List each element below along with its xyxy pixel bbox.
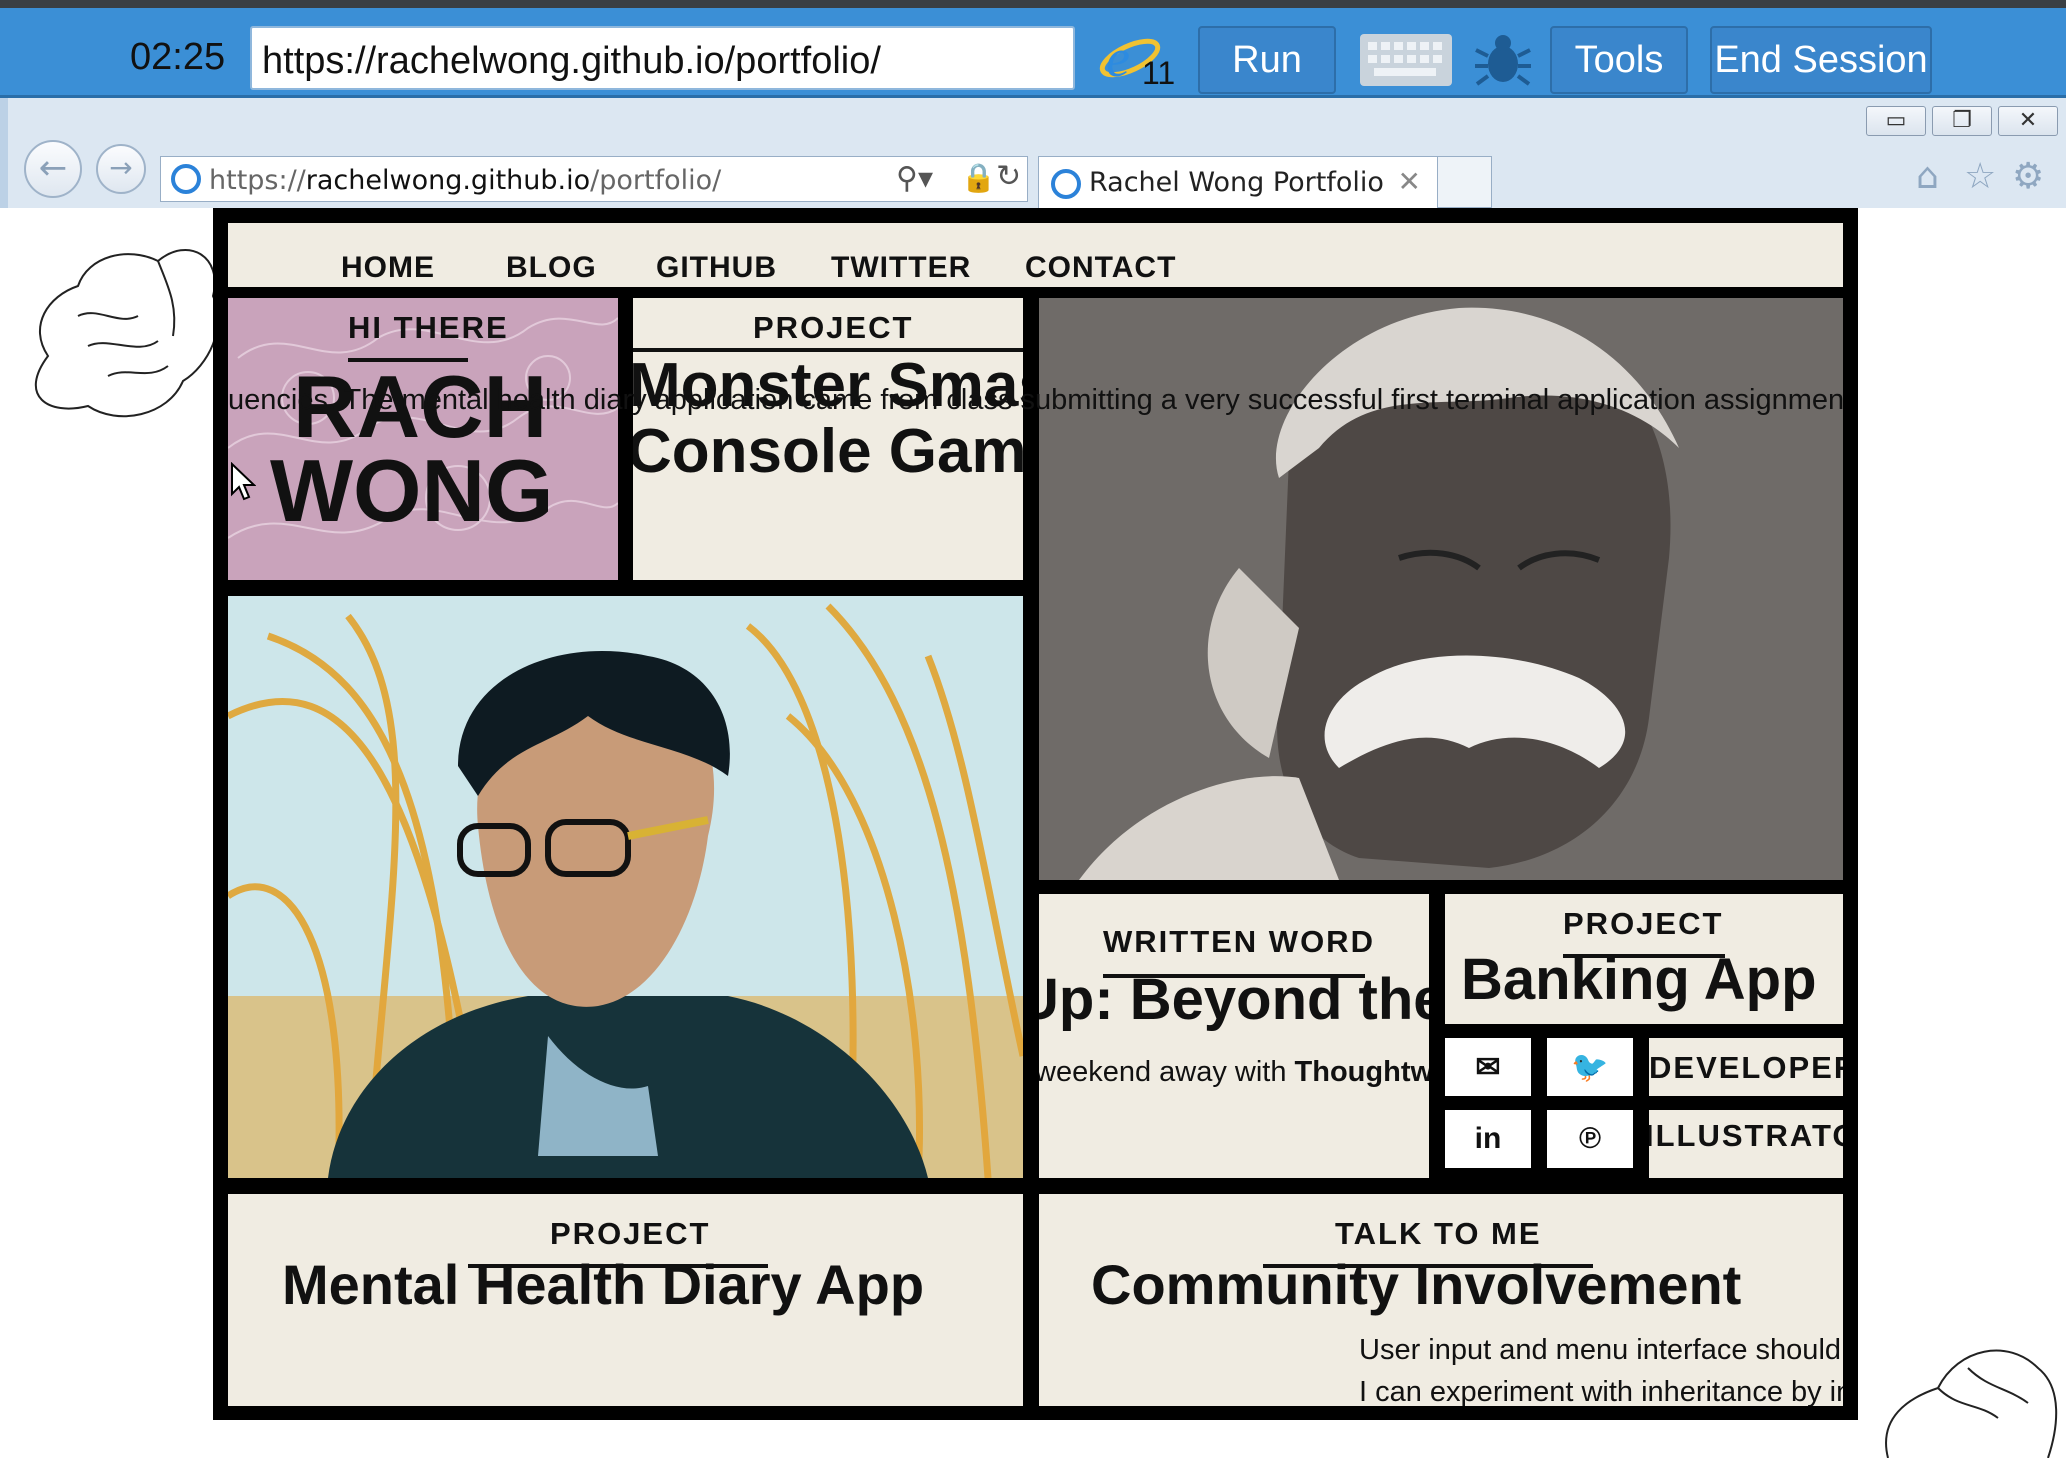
- nav-github[interactable]: GITHUB: [656, 251, 777, 285]
- hero-panel[interactable]: HI THERE RACH WONG: [228, 298, 618, 580]
- sketch-illustration-right: [1885, 1349, 2058, 1458]
- sketch-illustration-left: [34, 249, 220, 418]
- developer-label: DEVELOPER: [1649, 1050, 1843, 1085]
- marquee-content: uencies. The mental health diary applica…: [228, 384, 1843, 416]
- restore-icon[interactable]: ❐: [1932, 106, 1992, 136]
- lock-icon[interactable]: 🔒: [961, 161, 996, 194]
- project-monster-smash[interactable]: PROJECT Monster Smash Console Game: [633, 298, 1023, 580]
- illustrator-tile[interactable]: ILLUSTRATO: [1649, 1110, 1843, 1178]
- written-sub-bold: Thoughtwo: [1294, 1056, 1429, 1088]
- ie-tab-icon: [1051, 169, 1081, 199]
- close-tab-icon[interactable]: ✕: [1398, 165, 1421, 198]
- session-timer: 02:25: [130, 36, 226, 78]
- run-button[interactable]: Run: [1198, 26, 1336, 94]
- address-bar[interactable]: https://rachelwong.github.io/portfolio/ …: [160, 156, 1028, 202]
- nav-home[interactable]: HOME: [341, 251, 435, 285]
- session-url-input[interactable]: https://rachelwong.github.io/portfolio/: [250, 26, 1075, 90]
- community-kicker: TALK TO ME: [1335, 1216, 1542, 1251]
- end-session-button[interactable]: End Session: [1710, 26, 1932, 94]
- top-nav: HOME BLOG GITHUB TWITTER CONTACT: [228, 223, 1843, 287]
- community-involvement[interactable]: TALK TO ME Community Involvement User in…: [1039, 1194, 1843, 1406]
- back-arrow-icon[interactable]: ←: [24, 140, 82, 198]
- hero-kicker: HI THERE: [348, 310, 509, 345]
- self-portrait[interactable]: [228, 596, 1023, 1178]
- written-subtitle: weekend away with Thoughtwo: [1039, 1056, 1429, 1089]
- ie-version-icon[interactable]: e 11: [1098, 26, 1178, 91]
- project-banking-app[interactable]: PROJECT Banking App: [1445, 894, 1843, 1024]
- written-kicker: WRITTEN WORD: [1103, 924, 1375, 959]
- community-title: Community Involvement: [1091, 1253, 1742, 1316]
- written-sub-pre: weekend away with: [1039, 1056, 1295, 1088]
- project-mental-health[interactable]: PROJECT Mental Health Diary App: [228, 1194, 1023, 1406]
- community-text-line1: User input and menu interface should: [1359, 1334, 1842, 1366]
- project1-title-line2: Console Game: [633, 417, 1023, 486]
- new-tab-button[interactable]: [1438, 156, 1492, 208]
- refresh-icon[interactable]: ↻: [996, 159, 1021, 194]
- mental-title: Mental Health Diary App: [282, 1253, 925, 1316]
- tab-portfolio[interactable]: Rachel Wong Portfolio ✕: [1038, 156, 1438, 208]
- minimize-icon[interactable]: ▭: [1866, 106, 1926, 136]
- illustrator-label: ILLUSTRATO: [1649, 1118, 1843, 1153]
- svg-text:e: e: [1106, 28, 1130, 88]
- marquee-text: uencies. The mental health diary applica…: [228, 384, 1843, 424]
- session-toolbar: 02:25 https://rachelwong.github.io/portf…: [0, 0, 2066, 98]
- project1-kicker: PROJECT: [753, 310, 914, 345]
- address-host: rachelwong.github.io: [305, 165, 591, 196]
- forward-arrow-icon[interactable]: →: [96, 144, 146, 194]
- address-prefix: https://: [209, 165, 306, 196]
- tools-button[interactable]: Tools: [1550, 26, 1688, 94]
- linkedin-icon[interactable]: in: [1445, 1110, 1531, 1168]
- ie-version-label: 11: [1142, 55, 1175, 90]
- search-icon[interactable]: ⚲▾: [896, 161, 933, 196]
- written-word-panel[interactable]: WRITTEN WORD Up: Beyond the weekend away…: [1039, 894, 1429, 1178]
- written-title: Up: Beyond the: [1039, 967, 1429, 1032]
- tab-title: Rachel Wong Portfolio: [1089, 167, 1384, 198]
- portfolio-grid: HOME BLOG GITHUB TWITTER CONTACT HI THER…: [213, 208, 1858, 1420]
- mouse-cursor-icon: [231, 462, 256, 501]
- favorites-star-icon[interactable]: ☆: [1964, 156, 1996, 197]
- developer-tile[interactable]: DEVELOPER: [1649, 1038, 1843, 1096]
- banking-title: Banking App: [1461, 947, 1817, 1012]
- banking-kicker: PROJECT: [1563, 906, 1724, 941]
- bug-icon[interactable]: [1472, 28, 1534, 90]
- hero-name-line2: WONG: [270, 441, 554, 540]
- self-portrait-illustration: [228, 596, 1023, 1178]
- keyboard-icon[interactable]: [1360, 34, 1452, 86]
- page-viewport: HOME BLOG GITHUB TWITTER CONTACT HI THER…: [8, 208, 2066, 1458]
- address-path: /portfolio/: [590, 165, 722, 196]
- close-window-icon[interactable]: ✕: [1998, 106, 2058, 136]
- twitter-icon[interactable]: 🐦: [1547, 1038, 1633, 1096]
- nav-blog[interactable]: BLOG: [506, 251, 597, 285]
- nav-twitter[interactable]: TWITTER: [831, 251, 971, 285]
- home-icon[interactable]: ⌂: [1916, 156, 1939, 197]
- mental-kicker: PROJECT: [550, 1216, 711, 1251]
- pinterest-icon[interactable]: ℗: [1547, 1110, 1633, 1168]
- browser-chrome: ▭ ❐ ✕ ← → https://rachelwong.github.io/p…: [0, 98, 2066, 208]
- email-icon[interactable]: ✉: [1445, 1038, 1531, 1096]
- settings-gear-icon[interactable]: ⚙: [2012, 156, 2044, 197]
- ie-page-icon: [171, 164, 201, 194]
- community-text-line2: I can experiment with inheritance by in: [1359, 1376, 1843, 1406]
- nav-contact[interactable]: CONTACT: [1025, 251, 1176, 285]
